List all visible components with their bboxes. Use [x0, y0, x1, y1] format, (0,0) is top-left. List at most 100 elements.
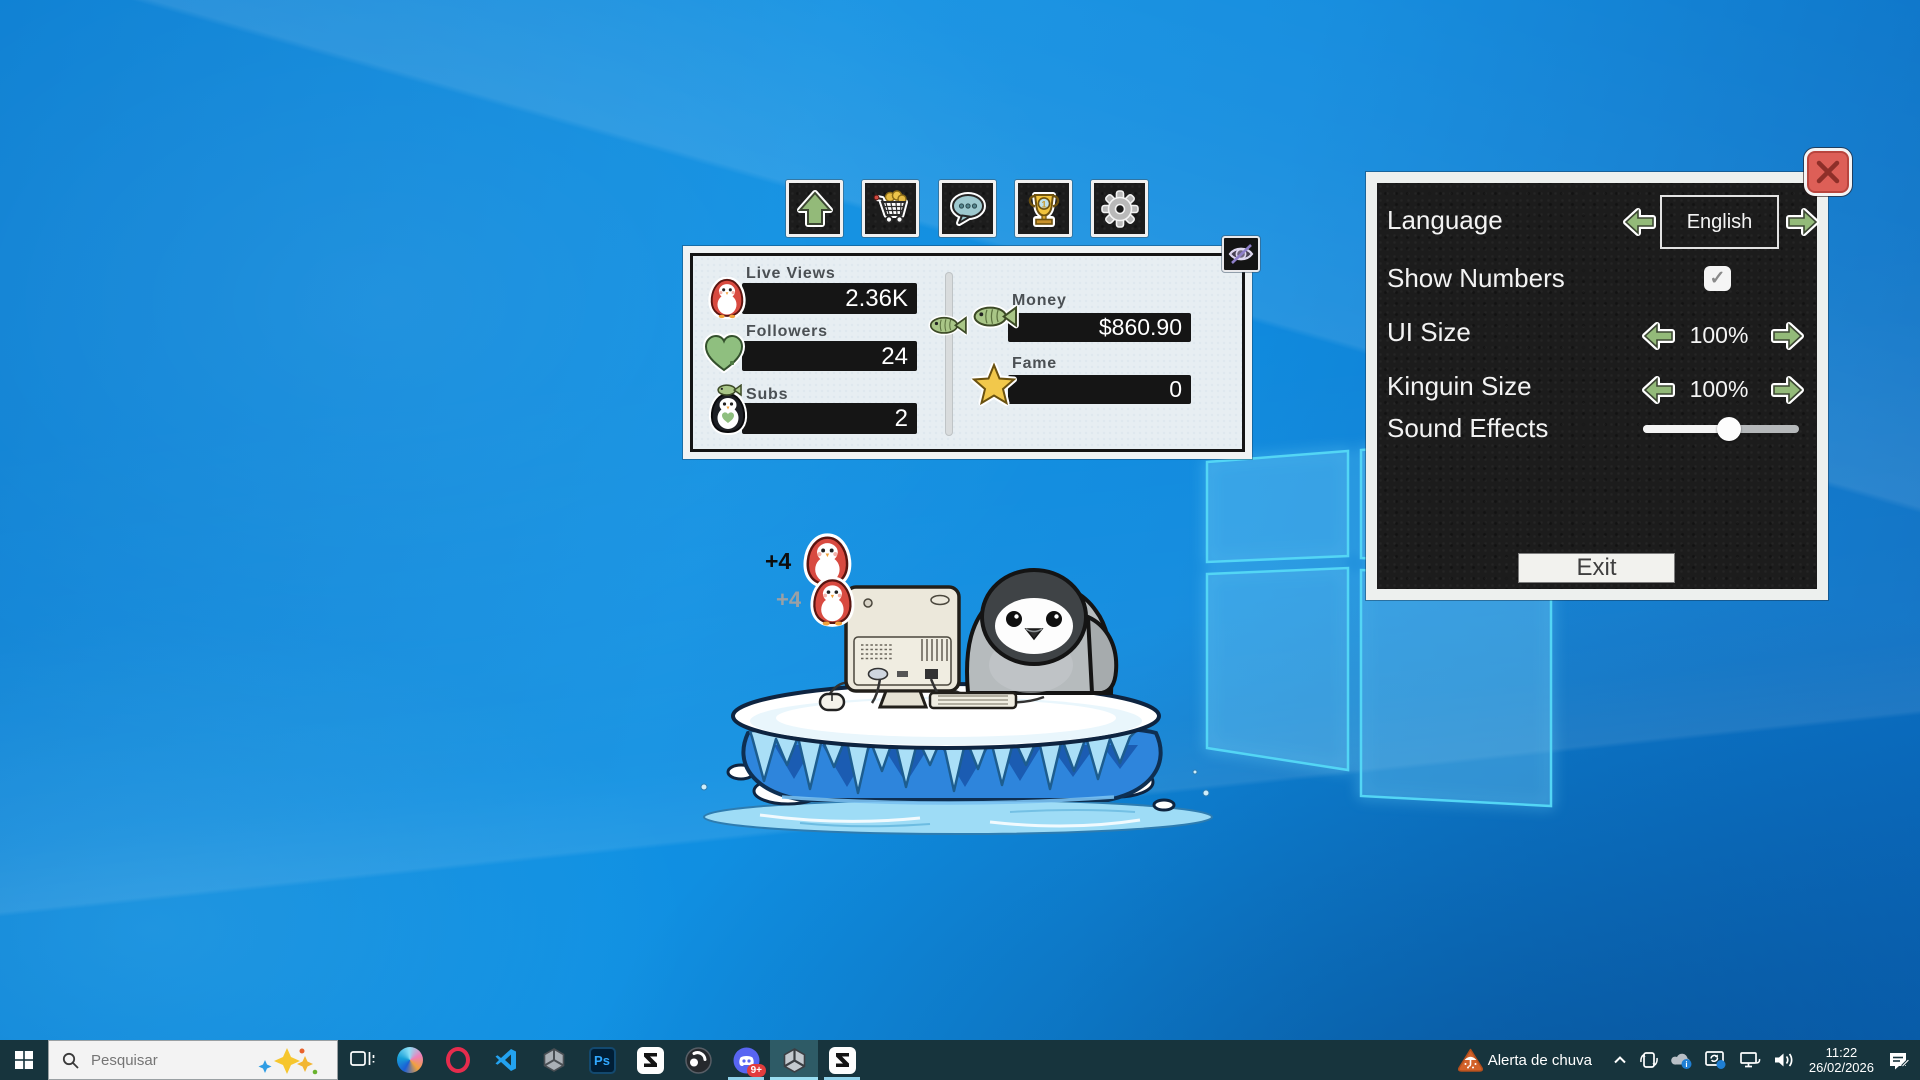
live-views-bar: 2.36K	[742, 283, 917, 314]
speaker-icon	[1772, 1049, 1796, 1071]
tray-weather-cloud[interactable]: i	[1665, 1040, 1699, 1080]
action-center-button[interactable]	[1882, 1040, 1916, 1080]
upgrade-button[interactable]	[786, 180, 843, 237]
sound-slider-thumb[interactable]	[1717, 417, 1741, 441]
cloud-icon: i	[1670, 1049, 1694, 1071]
subs-bar: 2	[742, 403, 917, 434]
vscode-icon	[493, 1047, 519, 1073]
unity-icon	[541, 1047, 567, 1073]
update-icon	[1704, 1049, 1728, 1071]
taskbar-app-photoshop[interactable]: Ps	[578, 1040, 626, 1080]
taskbar-app-unity[interactable]	[530, 1040, 578, 1080]
game-scene: +4 +4	[690, 525, 1220, 855]
taskbar-app-unity-active[interactable]	[770, 1040, 818, 1080]
language-label: Language	[1387, 205, 1503, 236]
fame-bar: 0	[1008, 375, 1191, 404]
taskbar-app-discord[interactable]: 9+	[722, 1040, 770, 1080]
svg-text:i: i	[1685, 1060, 1687, 1069]
unity-icon	[781, 1047, 808, 1074]
weather-widget[interactable]: Alerta de chuva	[1452, 1040, 1607, 1080]
ui-size-value: 100%	[1677, 322, 1761, 349]
ui-size-increase-arrow[interactable]	[1770, 322, 1804, 350]
money-label: Money	[1012, 292, 1067, 310]
capcut-icon	[637, 1047, 664, 1074]
copilot-icon	[397, 1047, 423, 1073]
settings-panel: Language English Show Numbers ✓ UI Size …	[1366, 172, 1828, 600]
live-views-label: Live Views	[746, 265, 836, 283]
divider-fish-icon[interactable]	[926, 313, 972, 343]
trophy-icon: 1	[1023, 188, 1065, 230]
close-x-icon	[1813, 157, 1843, 187]
hide-stats-button[interactable]	[1222, 236, 1260, 272]
language-next-arrow[interactable]	[1785, 208, 1819, 236]
sound-effects-slider[interactable]	[1643, 425, 1799, 433]
taskbar: Ps 9+	[0, 1040, 1920, 1080]
chat-button[interactable]	[939, 180, 996, 237]
action-center-icon	[1887, 1049, 1911, 1071]
clock-time: 11:22	[1809, 1045, 1874, 1060]
up-arrow-icon	[794, 188, 836, 230]
taskbar-app-capcut[interactable]	[626, 1040, 674, 1080]
settings-close-button[interactable]	[1804, 148, 1852, 196]
chat-bubble-icon	[947, 188, 989, 230]
ui-size-decrease-arrow[interactable]	[1642, 322, 1676, 350]
eye-slash-icon	[1226, 240, 1256, 268]
taskbar-app-obs[interactable]	[674, 1040, 722, 1080]
tray-network[interactable]	[1733, 1040, 1767, 1080]
search-input[interactable]	[89, 1051, 249, 1070]
floating-plus-faded: +4	[776, 587, 802, 612]
ui-size-label: UI Size	[1387, 317, 1471, 348]
start-button[interactable]	[0, 1040, 48, 1080]
photoshop-icon: Ps	[589, 1047, 616, 1074]
floating-penguin-sticker	[814, 580, 850, 625]
red-penguin-icon	[708, 277, 748, 323]
stats-panel: Live Views 2.36K Followers 24 Subs 2	[690, 253, 1245, 452]
rain-alert-icon	[1457, 1047, 1484, 1073]
shop-button[interactable]	[862, 180, 919, 237]
taskbar-app-opera-gx[interactable]	[434, 1040, 482, 1080]
taskbar-app-copilot[interactable]	[386, 1040, 434, 1080]
task-view-icon	[349, 1049, 375, 1071]
fame-label: Fame	[1012, 355, 1057, 373]
kinguin-size-increase-arrow[interactable]	[1770, 376, 1804, 404]
tray-rotation-lock[interactable]	[1633, 1040, 1665, 1080]
penguin[interactable]	[967, 570, 1116, 693]
capcut-icon	[829, 1047, 856, 1074]
floating-rewards: +4 +4	[765, 538, 850, 626]
rotation-lock-icon	[1638, 1049, 1660, 1071]
show-numbers-checkbox[interactable]: ✓	[1704, 266, 1731, 291]
exit-button[interactable]: Exit	[1518, 553, 1675, 583]
windows-start-icon	[15, 1051, 33, 1069]
stats-divider-slider[interactable]	[945, 272, 953, 436]
desktop-screen: 1 Live Views 2.36K Foll	[0, 0, 1920, 1080]
settings-button[interactable]	[1091, 180, 1148, 237]
opera-gx-icon	[446, 1047, 470, 1073]
money-fish-icon	[969, 302, 1019, 334]
followers-bar: 24	[742, 341, 917, 371]
money-bar: $860.90	[1008, 313, 1191, 342]
taskbar-search[interactable]	[48, 1040, 338, 1080]
taskbar-clock[interactable]: 11:22 26/02/2026	[1801, 1045, 1882, 1075]
language-prev-arrow[interactable]	[1623, 208, 1657, 236]
keyboard	[930, 693, 1016, 708]
floating-plus-dark: +4	[765, 548, 791, 574]
checkmark: ✓	[1710, 267, 1726, 290]
kinguin-size-decrease-arrow[interactable]	[1642, 376, 1676, 404]
taskbar-app-vscode[interactable]	[482, 1040, 530, 1080]
tray-windows-update[interactable]	[1699, 1040, 1733, 1080]
fame-star-icon	[971, 362, 1017, 408]
gear-icon	[1099, 188, 1141, 230]
discord-badge: 9+	[747, 1064, 766, 1077]
followers-label: Followers	[746, 323, 828, 341]
trophy-number: 1	[1041, 199, 1046, 209]
search-highlights-sparkle-icon	[257, 1046, 323, 1076]
system-tray: Alerta de chuva i	[1452, 1040, 1920, 1080]
search-icon	[62, 1052, 79, 1069]
achievements-button[interactable]: 1	[1015, 180, 1072, 237]
taskbar-app-capcut-2[interactable]	[818, 1040, 866, 1080]
taskbar-app-task-view[interactable]	[338, 1040, 386, 1080]
clock-date: 26/02/2026	[1809, 1060, 1874, 1075]
tray-volume[interactable]	[1767, 1040, 1801, 1080]
network-icon	[1738, 1049, 1762, 1071]
tray-show-hidden-icons[interactable]	[1607, 1040, 1633, 1080]
